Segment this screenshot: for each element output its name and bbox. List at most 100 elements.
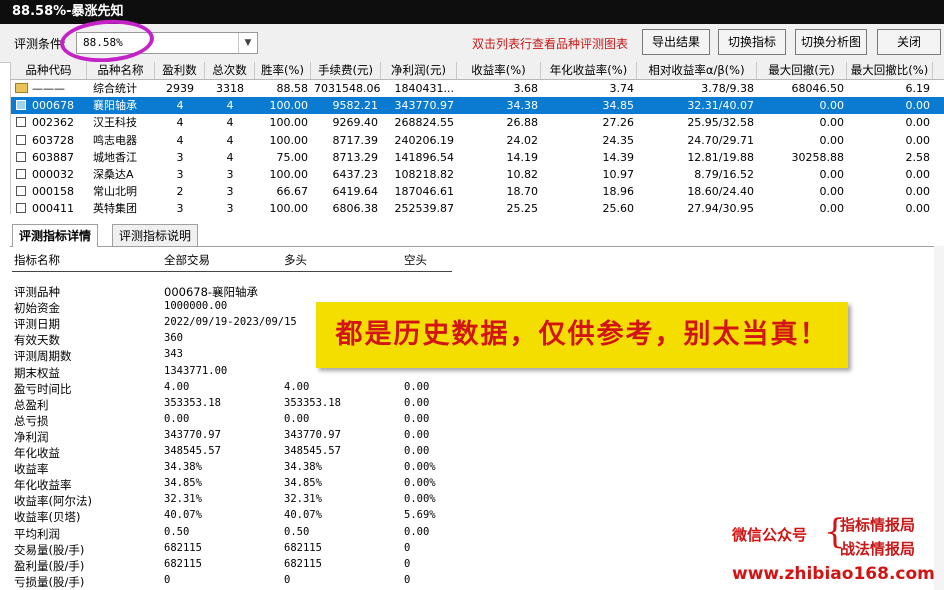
table-cell-code: ——— xyxy=(32,82,65,95)
detail-cell-all: 32.31% xyxy=(164,493,202,506)
table-row[interactable]: 603728 鸣志电器 4 4 100.00 8717.39 240206.19 24.02 2… xyxy=(11,132,944,149)
column-header[interactable]: 净利润(元) xyxy=(381,62,457,79)
table-row[interactable]: 000411 英特集团 3 3 100.00 6806.38 252539.87 25.25 2… xyxy=(11,200,944,217)
table-cell-rate: 100.00 xyxy=(269,168,309,181)
window-title: 88.58%-暴涨先知 xyxy=(0,0,944,24)
column-header[interactable]: 品种名称 xyxy=(87,62,155,79)
export-button[interactable]: 导出结果 xyxy=(642,29,710,55)
table-cell-code: 000678 xyxy=(32,99,74,113)
table-cell-ab: 18.60/24.40 xyxy=(687,185,754,199)
table-cell-ret: 25.25 xyxy=(506,202,539,216)
detail-header-all: 全部交易 xyxy=(164,253,210,267)
detail-row: 收益率 34.38% 34.38% 0.00% xyxy=(12,461,712,477)
detail-cell-name: 亏损量(股/手) xyxy=(14,574,85,589)
detail-cell-long: 0.00 xyxy=(284,412,310,425)
column-header[interactable]: 最大回撤(元) xyxy=(757,62,847,79)
detail-row: 总亏损 0.00 0.00 0.00 xyxy=(12,413,712,429)
detail-row: 盈亏时间比 4.00 4.00 0.00 xyxy=(12,381,712,397)
table-cell-dd: 30258.88 xyxy=(791,150,845,164)
tab-indicator-details[interactable]: 评测指标详情 xyxy=(12,224,99,247)
detail-cell-short: 0.00 xyxy=(404,396,430,409)
detail-cell-all: 348545.57 xyxy=(164,445,221,457)
table-cell-total: 3 xyxy=(226,168,234,181)
detail-cell-name: 盈亏时间比 xyxy=(14,381,72,396)
detail-tabs: 评测指标详情 评测指标说明 xyxy=(10,222,944,247)
column-header[interactable]: 相对收益率α/β(%) xyxy=(637,62,757,79)
detail-row: 净利润 343770.97 343770.97 0.00 xyxy=(12,429,712,445)
table-cell-win: 3 xyxy=(176,202,184,216)
summary-row[interactable]: ——— 综合统计 2939 3318 88.58 7031548.06 1840431...… xyxy=(11,80,944,97)
detail-row: 收益率(阿尔法) 32.31% 32.31% 0.00% xyxy=(12,493,712,509)
column-header[interactable]: 总次数 xyxy=(205,62,255,79)
table-row[interactable]: 000158 常山北明 2 3 66.67 6419.64 187046.61 18.70 18… xyxy=(11,183,944,200)
table-cell-annual: 10.97 xyxy=(602,168,635,181)
detail-row: 收益率(贝塔) 40.07% 40.07% 5.69% xyxy=(12,509,712,525)
detail-cell-short: 0 xyxy=(404,573,411,586)
table-row[interactable]: 000032 深桑达A 3 3 100.00 6437.23 108218.82 10.82 1… xyxy=(11,166,944,183)
table-cell-dd: 0.00 xyxy=(819,185,845,199)
table-row[interactable]: 002362 汉王科技 4 4 100.00 9269.40 268824.55 26.88 2… xyxy=(11,114,944,131)
column-header[interactable]: 胜率(%) xyxy=(255,62,311,79)
disclaimer-banner: 都是历史数据，仅供参考，别太当真！ xyxy=(316,302,848,368)
table-cell-name: 城地香江 xyxy=(93,150,137,164)
detail-cell-name: 评测品种 xyxy=(14,285,60,299)
column-header[interactable]: 收益率(%) xyxy=(457,62,541,79)
detail-cell-long: 34.85% xyxy=(284,477,322,490)
detail-cell-name: 收益率(贝塔) xyxy=(14,510,81,525)
table-cell-rate: 100.00 xyxy=(269,202,309,216)
column-header[interactable]: 盈利数 xyxy=(155,62,205,79)
table-cell-total: 3 xyxy=(226,202,234,216)
detail-cell-all: 682115 xyxy=(164,557,202,570)
document-icon xyxy=(16,134,26,145)
switch-indicator-button[interactable]: 切换指标 xyxy=(718,29,786,55)
table-cell-fee: 9582.21 xyxy=(332,99,379,113)
detail-cell-all: 34.85% xyxy=(164,477,202,490)
detail-cell-all: 000678-襄阳轴承 xyxy=(164,285,259,299)
detail-row: 交易量(股/手) 682115 682115 0 xyxy=(12,542,712,558)
chevron-down-icon[interactable]: ▼ xyxy=(238,33,257,53)
close-button[interactable]: 关闭 xyxy=(877,29,941,55)
detail-cell-all: 360 xyxy=(164,332,183,345)
detail-row: 盈利量(股/手) 682115 682115 0 xyxy=(12,558,712,574)
table-cell-dd: 0.00 xyxy=(819,202,845,216)
column-header[interactable]: 年化收益率(%) xyxy=(541,62,637,79)
table-cell-win: 4 xyxy=(176,133,184,147)
table-row[interactable]: 603887 城地香江 3 4 75.00 8713.29 141896.54 14.19 14… xyxy=(11,149,944,166)
detail-cell-short: 0.00 xyxy=(404,412,430,425)
tab-indicator-description[interactable]: 评测指标说明 xyxy=(112,224,199,246)
document-icon xyxy=(16,169,26,179)
table-cell-rate: 66.67 xyxy=(276,185,309,199)
table-cell-win: 3 xyxy=(176,168,184,181)
table-cell-dd: 0.00 xyxy=(819,133,845,147)
detail-cell-long: 32.31% xyxy=(284,493,322,506)
table-cell-name: 鸣志电器 xyxy=(93,133,137,147)
document-icon xyxy=(16,100,26,111)
table-cell-annual: 14.39 xyxy=(602,150,635,164)
table-cell-ddr: 0.00 xyxy=(905,99,931,113)
column-header[interactable]: 手续费(元) xyxy=(311,62,381,79)
detail-cell-name: 净利润 xyxy=(14,429,49,444)
watermark-name-2: 战法情报局 xyxy=(840,540,916,558)
table-cell-rate: 100.00 xyxy=(269,99,309,113)
column-header[interactable]: 品种代码 xyxy=(11,62,87,79)
detail-cell-all: 0 xyxy=(164,573,171,586)
table-cell-total: 4 xyxy=(226,116,234,130)
table-cell-ret: 26.88 xyxy=(506,116,539,130)
table-cell-annual: 25.60 xyxy=(602,202,635,216)
result-table: 品种代码 品种名称 盈利数 总次数 胜率(%) 手续费(元) 净利润(元) 收益率(%) 年化收… xyxy=(10,62,944,217)
table-cell-win: 4 xyxy=(176,116,184,130)
vertical-scrollbar[interactable] xyxy=(934,246,944,590)
table-cell-profit: 240206.19 xyxy=(394,133,455,147)
table-cell-dd: 0.00 xyxy=(819,168,845,181)
detail-cell-name: 平均利润 xyxy=(14,526,60,541)
watermark-url: www.zhibiao168.com xyxy=(732,564,935,584)
detail-cell-all: 34.38% xyxy=(164,461,202,474)
detail-row: 亏损量(股/手) 0 0 0 xyxy=(12,574,712,590)
switch-chart-button[interactable]: 切换分析图 xyxy=(795,29,867,55)
table-row[interactable]: 000678 襄阳轴承 4 4 100.00 9582.21 343770.97 34.38 3… xyxy=(11,97,944,115)
table-cell-ddr: 6.19 xyxy=(905,82,931,95)
detail-cell-short: 0.00 xyxy=(404,525,430,538)
document-icon xyxy=(16,186,26,197)
table-cell-ret: 34.38 xyxy=(506,99,539,113)
column-header[interactable]: 最大回撤比(%) xyxy=(847,62,933,79)
